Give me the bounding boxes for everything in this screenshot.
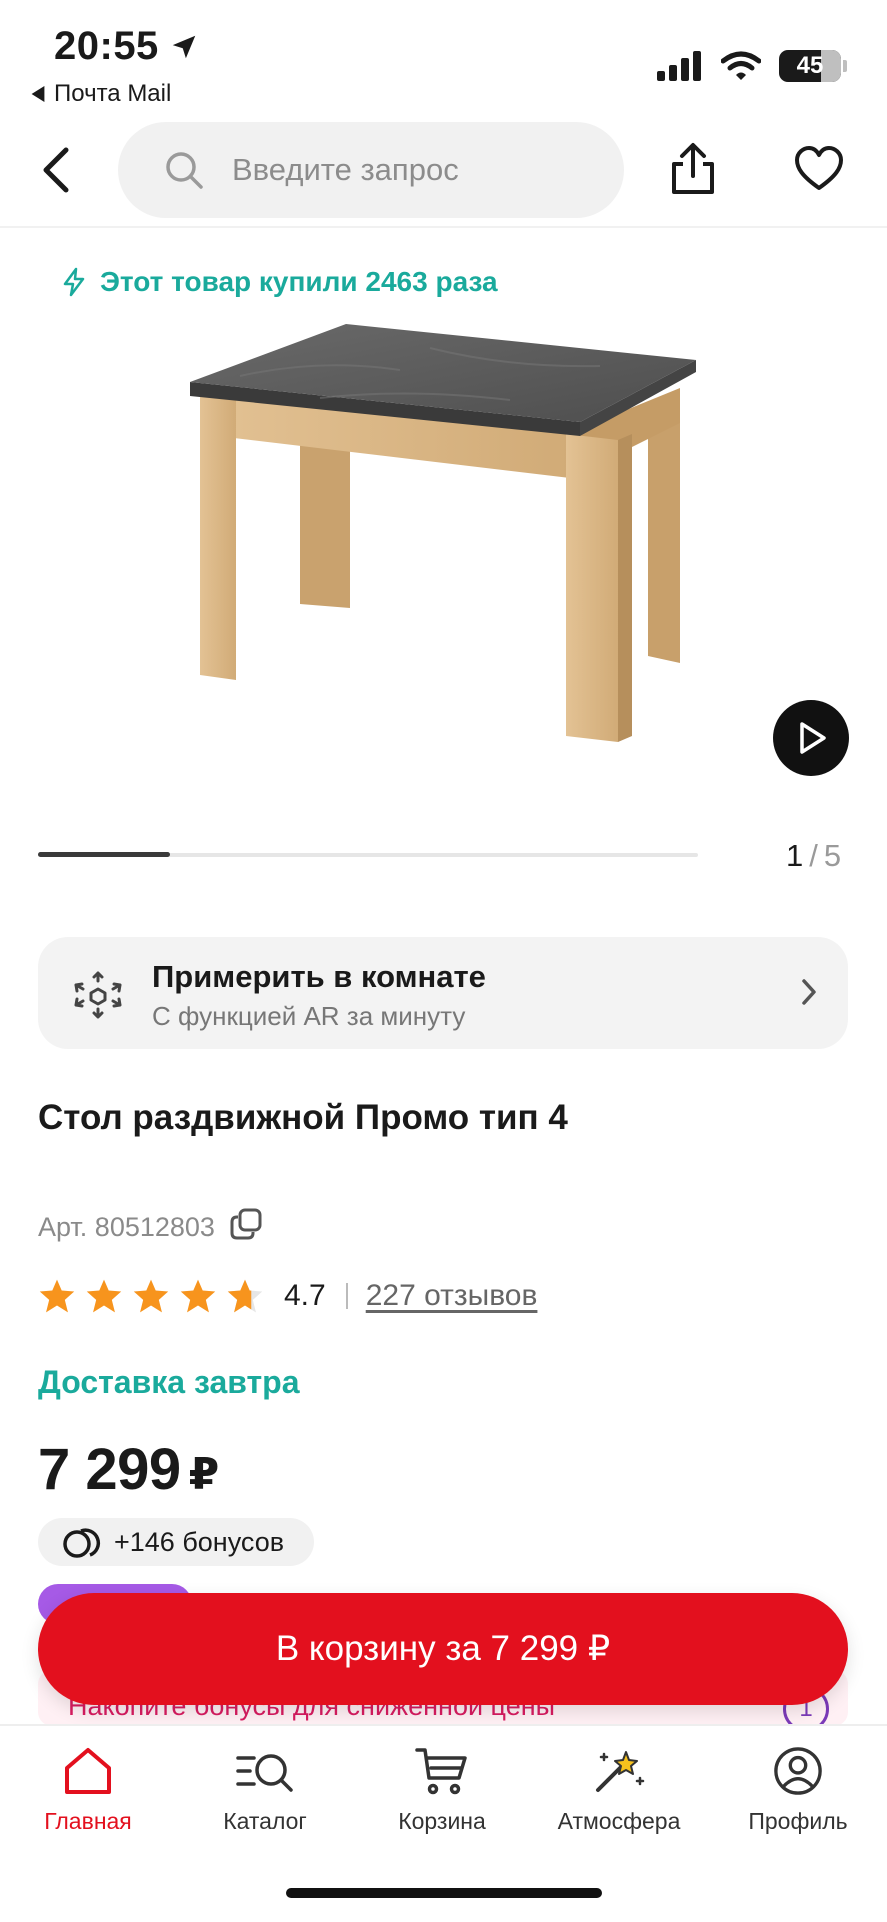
share-button[interactable] bbox=[666, 142, 720, 201]
time-label: 20:55 bbox=[54, 24, 159, 68]
tab-home[interactable]: Главная bbox=[8, 1746, 168, 1835]
search-bar[interactable] bbox=[118, 122, 624, 218]
table-product-illustration bbox=[190, 324, 696, 742]
price-value: 7 299 bbox=[38, 1437, 181, 1502]
catalog-icon bbox=[236, 1754, 293, 1792]
chevron-left-icon bbox=[43, 147, 69, 193]
location-arrow-icon bbox=[172, 35, 196, 58]
reviews-link[interactable]: 227 отзывов bbox=[366, 1279, 538, 1313]
star-icon bbox=[39, 1279, 75, 1313]
delivery-info: Доставка завтра bbox=[38, 1364, 300, 1400]
heart-icon bbox=[795, 146, 843, 190]
product-image[interactable] bbox=[180, 318, 710, 763]
battery-level: 45 bbox=[796, 52, 824, 79]
wifi-icon bbox=[721, 51, 761, 80]
purchase-count-text: Этот товар купили 2463 раза bbox=[100, 266, 498, 297]
product-price: 7 299 ₽ bbox=[38, 1436, 219, 1503]
play-video-button[interactable] bbox=[773, 700, 849, 776]
tab-home-label: Главная bbox=[44, 1808, 132, 1834]
play-icon bbox=[800, 722, 826, 754]
gallery-counter: 1 / 5 bbox=[786, 838, 841, 874]
article-label: Арт. 80512803 bbox=[38, 1212, 215, 1242]
back-button[interactable] bbox=[38, 140, 88, 200]
chevron-right-icon bbox=[800, 977, 818, 1012]
favorite-button[interactable] bbox=[794, 146, 844, 197]
ar-cube-icon bbox=[72, 969, 124, 1026]
back-to-app-link[interactable]: Почта Mail bbox=[30, 80, 171, 108]
tab-atmosphere[interactable]: Атмосфера bbox=[539, 1746, 699, 1835]
bonus-coins-icon bbox=[63, 1528, 101, 1558]
gallery-current: 1 bbox=[786, 838, 804, 873]
ar-banner-subtitle: С функцией AR за минуту bbox=[152, 1001, 466, 1031]
status-time: 20:55 bbox=[54, 24, 199, 69]
tab-cart-label: Корзина bbox=[398, 1808, 486, 1834]
tab-catalog-label: Каталог bbox=[223, 1808, 307, 1834]
star-icon bbox=[86, 1279, 122, 1313]
gallery-separator: / bbox=[809, 838, 818, 873]
add-to-cart-button[interactable]: В корзину за 7 299 ₽ bbox=[38, 1593, 848, 1705]
price-currency: ₽ bbox=[188, 1450, 220, 1499]
star-icon bbox=[133, 1279, 169, 1313]
gallery-progress-fill bbox=[38, 852, 170, 857]
rating-value: 4.7 bbox=[284, 1279, 326, 1312]
bonus-text: +146 бонусов bbox=[114, 1526, 285, 1557]
tab-atmosphere-label: Атмосфера bbox=[557, 1808, 681, 1834]
ar-banner-title: Примерить в комнате bbox=[152, 959, 486, 994]
product-title: Стол раздвижной Промо тип 4 bbox=[38, 1098, 568, 1137]
copy-icon[interactable] bbox=[229, 1207, 263, 1248]
tab-profile[interactable]: Профиль bbox=[718, 1746, 878, 1835]
rating-divider bbox=[345, 1283, 348, 1309]
ar-try-banner[interactable]: Примерить в комнате С функцией AR за мин… bbox=[38, 937, 848, 1049]
lightning-icon bbox=[63, 267, 85, 297]
tab-profile-label: Профиль bbox=[748, 1808, 848, 1834]
back-app-label: Почта Mail bbox=[54, 80, 172, 107]
star-half-icon bbox=[227, 1279, 263, 1313]
tab-catalog[interactable]: Каталог bbox=[185, 1746, 345, 1835]
search-icon bbox=[164, 150, 204, 190]
star-icon bbox=[180, 1279, 216, 1313]
home-icon bbox=[65, 1748, 111, 1794]
cart-icon bbox=[415, 1748, 467, 1795]
sparkle-icon bbox=[596, 1751, 645, 1792]
bonus-badge[interactable]: +146 бонусов bbox=[38, 1518, 315, 1566]
purchase-count-note: Этот товар купили 2463 раза bbox=[62, 266, 498, 298]
status-indicators: 45 bbox=[657, 50, 847, 82]
battery-indicator: 45 bbox=[779, 50, 847, 82]
gallery-total: 5 bbox=[823, 838, 842, 873]
rating-row: 4.7 227 отзывов bbox=[38, 1278, 537, 1314]
tab-cart[interactable]: Корзина bbox=[362, 1746, 522, 1835]
search-input[interactable] bbox=[230, 151, 594, 189]
rating-stars bbox=[38, 1278, 264, 1314]
profile-icon bbox=[774, 1747, 822, 1795]
home-indicator[interactable] bbox=[286, 1888, 602, 1898]
share-icon bbox=[672, 143, 714, 194]
article-number: Арт. 80512803 bbox=[38, 1207, 263, 1248]
header-divider bbox=[0, 226, 887, 228]
cellular-signal-icon bbox=[657, 51, 701, 81]
back-triangle-icon bbox=[31, 86, 45, 102]
